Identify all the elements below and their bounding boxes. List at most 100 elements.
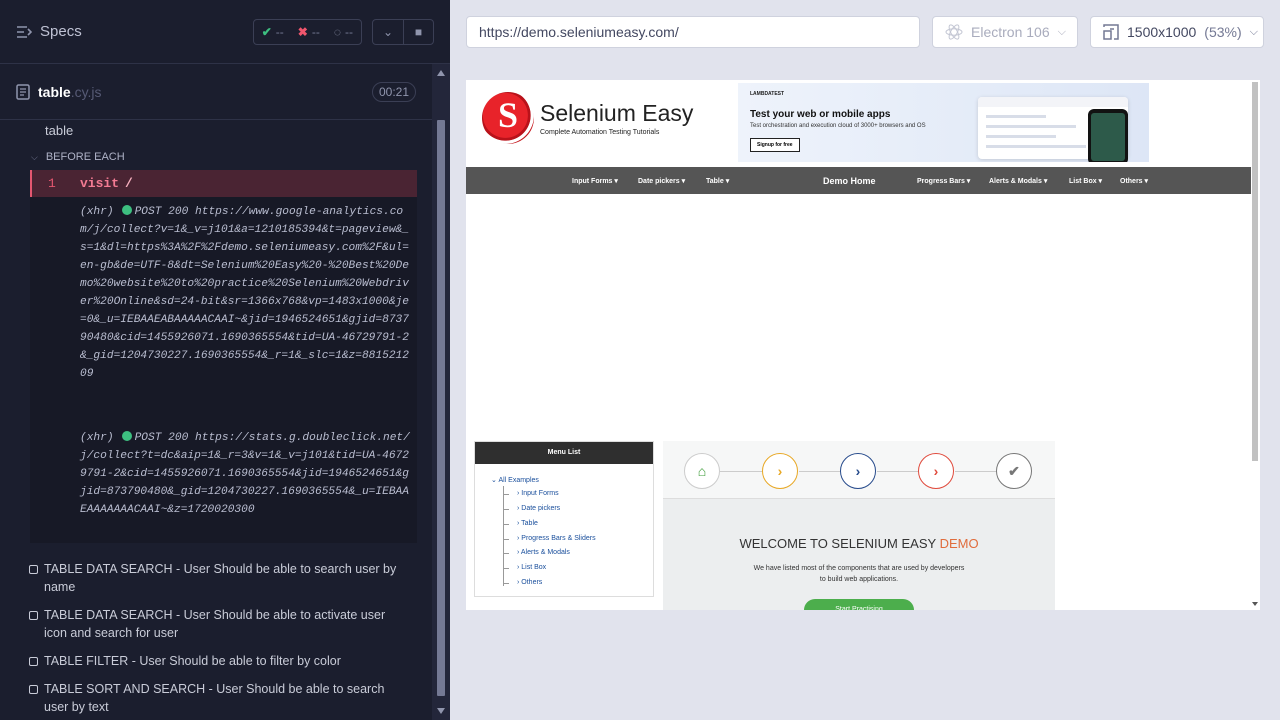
nav-table[interactable]: Table ▾ — [706, 177, 729, 185]
nav-list-box[interactable]: List Box ▾ — [1069, 177, 1102, 185]
ad-headline: Test your web or mobile apps — [750, 109, 891, 120]
test-title: TABLE DATA SEARCH - User Should be able … — [44, 608, 386, 640]
test-title: TABLE DATA SEARCH - User Should be able … — [44, 562, 397, 594]
nav-alerts-modals[interactable]: Alerts & Modals ▾ — [989, 177, 1047, 185]
scroll-up-icon[interactable] — [437, 70, 445, 76]
viewport-size: 1500x1000 — [1127, 24, 1197, 40]
menu-list: Menu List ⌄ All Examples › Input Forms ›… — [474, 441, 654, 597]
ad-subtext: Test orchestration and execution cloud o… — [750, 123, 926, 129]
xhr-log-list: (xhr) POST 200 https://www.google-analyti… — [30, 197, 417, 543]
chevron-right-icon[interactable]: › — [918, 453, 954, 489]
failed-count: ✖ -- — [297, 24, 320, 39]
xhr-url: https://www.google-analytics.com/j/colle… — [80, 206, 409, 380]
menu-item[interactable]: › List Box — [517, 564, 546, 571]
menu-root[interactable]: ⌄ All Examples — [491, 476, 539, 484]
xhr-log-entry[interactable]: (xhr) POST 200 https://www.google-analyti… — [80, 203, 415, 383]
specs-list-icon — [17, 25, 32, 38]
test-item[interactable]: TABLE DATA SEARCH - User Should be able … — [29, 560, 399, 596]
test-status-icon — [29, 657, 38, 666]
site-brand: Selenium Easy — [540, 100, 694, 126]
xhr-tag: (xhr) — [80, 206, 114, 218]
chevron-down-icon: ⌄ — [491, 477, 497, 484]
check-icon[interactable]: ✔ — [996, 453, 1032, 489]
reporter-panel: Specs ✔ -- ✖ -- ◌ -- ⌄ ■ table.cy.js 00:21 … — [0, 0, 450, 720]
pending-count: ◌ -- — [333, 24, 353, 39]
suite-title[interactable]: table — [45, 123, 73, 138]
reporter-header: Specs ✔ -- ✖ -- ◌ -- ⌄ ■ — [0, 0, 450, 64]
ad-logo: LAMBDATEST — [750, 91, 785, 97]
chevron-right-icon[interactable]: › — [762, 453, 798, 489]
chevron-down-icon: ⌵ — [1057, 25, 1066, 38]
status-dot-icon — [121, 431, 132, 441]
welcome-wizard: ⌂ › › › ✔ WELCOME TO SELENIUM EASY DEMO … — [663, 441, 1055, 610]
hook-header[interactable]: ⌵ BEFORE EACH — [31, 151, 125, 163]
test-status-icon — [29, 685, 38, 694]
nav-input-forms[interactable]: Input Forms ▾ — [572, 177, 618, 185]
iframe-scrollbar-thumb[interactable] — [1252, 82, 1258, 461]
test-item[interactable]: TABLE FILTER - User Should be able to fi… — [29, 652, 399, 670]
welcome-description: We have listed most of the components th… — [753, 565, 965, 583]
site-nav: Input Forms ▾ Date pickers ▾ Table ▾ Dem… — [466, 167, 1251, 194]
xhr-status: POST 200 — [134, 206, 189, 218]
site-logo[interactable]: S Selenium Easy Complete Automation Test… — [482, 92, 693, 144]
scroll-down-icon[interactable] — [1252, 602, 1258, 606]
ad-signup-button[interactable]: Signup for free — [750, 138, 800, 152]
nav-demo-home[interactable]: Demo Home — [823, 176, 876, 186]
zoom-level: (53%) — [1204, 24, 1242, 40]
xhr-tag: (xhr) — [80, 432, 114, 444]
browser-selector[interactable]: Electron 106 ⌵ — [932, 16, 1078, 48]
aut-url-bar[interactable]: https://demo.seleniumeasy.com/ — [466, 16, 920, 48]
nav-others[interactable]: Others ▾ — [1120, 177, 1148, 185]
spec-duration: 00:21 — [371, 81, 416, 102]
nav-date-pickers[interactable]: Date pickers ▾ — [638, 177, 685, 185]
passed-count: ✔ -- — [261, 24, 284, 39]
command-arg: / — [125, 176, 133, 191]
electron-icon — [945, 24, 963, 40]
home-icon[interactable]: ⌂ — [684, 453, 720, 489]
chevron-down-icon: ⌵ — [31, 151, 38, 162]
chevron-down-icon[interactable]: ⌄ — [373, 20, 403, 44]
command-number: 1 — [48, 176, 56, 191]
menu-item[interactable]: › Alerts & Modals — [517, 549, 570, 556]
aut-panel: https://demo.seleniumeasy.com/ Electron … — [450, 0, 1280, 720]
xhr-status: POST 200 — [134, 432, 189, 444]
menu-item[interactable]: › Progress Bars & Sliders — [517, 535, 596, 542]
ad-phone-image — [1088, 109, 1128, 162]
test-status-icon — [29, 565, 38, 574]
chevron-right-icon[interactable]: › — [840, 453, 876, 489]
test-item[interactable]: TABLE DATA SEARCH - User Should be able … — [29, 606, 399, 642]
menu-item[interactable]: › Input Forms — [517, 490, 559, 497]
menu-item[interactable]: › Others — [517, 579, 542, 586]
command-visit[interactable]: 1 visit / — [30, 170, 417, 197]
test-item[interactable]: TABLE SORT AND SEARCH - User Should be a… — [29, 680, 399, 716]
start-practising-button[interactable]: Start Practising — [804, 599, 914, 610]
run-controls: ⌄ ■ — [372, 18, 434, 45]
status-dot-icon — [121, 205, 132, 215]
menu-title: Menu List — [475, 442, 653, 464]
xhr-url: https://stats.g.doubleclick.net/j/collec… — [80, 432, 410, 516]
test-title: TABLE SORT AND SEARCH - User Should be a… — [44, 682, 385, 714]
hook-label: BEFORE EACH — [45, 151, 125, 163]
specs-title: Specs — [40, 23, 82, 40]
site-tagline: Complete Automation Testing Tutorials — [540, 129, 660, 136]
spec-filename[interactable]: table.cy.js — [38, 84, 372, 100]
xhr-log-entry[interactable]: (xhr) POST 200 https://stats.g.doubleclic… — [80, 429, 415, 519]
run-stats: ✔ -- ✖ -- ◌ -- — [252, 18, 362, 45]
scrollbar-thumb[interactable] — [437, 120, 445, 696]
specs-toggle[interactable]: Specs — [16, 23, 253, 40]
lambdatest-ad[interactable]: LAMBDATEST Test your web or mobile apps … — [738, 83, 1149, 162]
browser-name: Electron 106 — [971, 24, 1050, 40]
wizard-steps: ⌂ › › › ✔ — [663, 441, 1055, 499]
test-status-icon — [29, 611, 38, 620]
command-name: visit — [80, 176, 120, 191]
scroll-down-icon[interactable] — [437, 708, 445, 714]
reporter-scrollbar[interactable] — [432, 64, 450, 720]
welcome-heading: WELCOME TO SELENIUM EASY DEMO — [739, 536, 979, 551]
nav-progress-bars[interactable]: Progress Bars ▾ — [917, 177, 970, 185]
stop-icon[interactable]: ■ — [403, 19, 433, 44]
menu-item[interactable]: › Table — [517, 520, 538, 527]
spec-file-row: table.cy.js 00:21 — [0, 64, 432, 120]
menu-item[interactable]: › Date pickers — [517, 505, 560, 512]
selenium-logo-icon: S — [482, 92, 534, 144]
viewport-info[interactable]: 1500x1000 (53%) ⌵ — [1090, 16, 1264, 48]
